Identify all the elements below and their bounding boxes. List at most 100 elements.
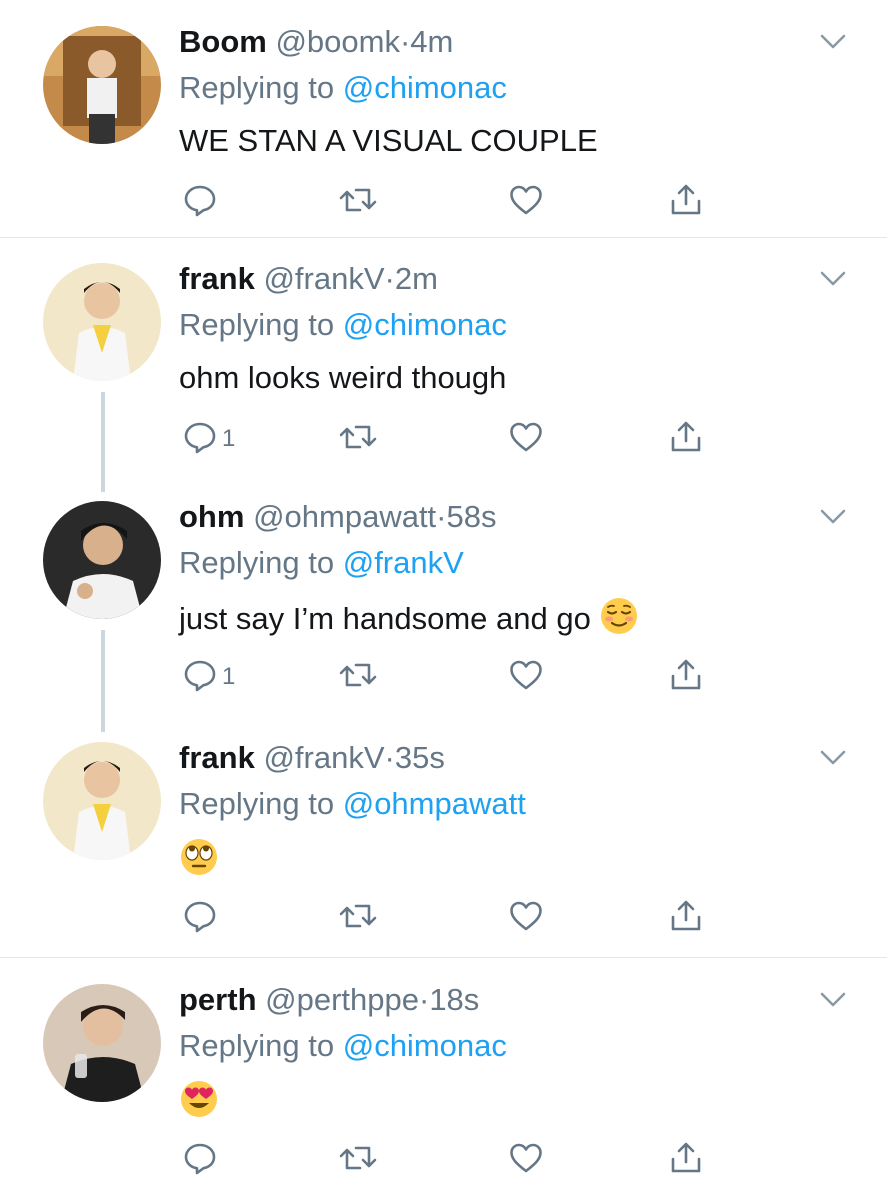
tweet-4[interactable]: frank @frankV·35s Replying to @ohmpawatt <box>0 738 887 948</box>
separator-dot: · <box>418 982 430 1017</box>
tweet-text: ohm looks weird though <box>179 360 507 395</box>
like-button[interactable] <box>508 417 544 461</box>
retweet-icon <box>338 182 378 223</box>
share-button[interactable] <box>668 180 704 224</box>
user-handle[interactable]: @frankV <box>263 740 384 775</box>
display-name[interactable]: Boom <box>179 24 267 59</box>
avatar[interactable] <box>43 263 161 381</box>
tweet-text <box>179 1079 219 1129</box>
display-name[interactable]: ohm <box>179 499 244 534</box>
display-name[interactable]: frank <box>179 261 255 296</box>
replying-to-label: Replying to <box>179 307 343 342</box>
share-button[interactable] <box>668 1138 704 1182</box>
replying-to: Replying to @chimonac <box>179 305 507 345</box>
tweet-2[interactable]: frank @frankV·2m Replying to @chimonac o… <box>0 259 887 469</box>
chevron-down-icon[interactable] <box>818 263 848 293</box>
reply-button[interactable]: 1 <box>182 655 235 699</box>
tweet-header: frank @frankV·2m <box>179 259 438 299</box>
separator-dot: · <box>399 24 411 59</box>
user-handle[interactable]: @ohmpawatt <box>253 499 436 534</box>
chevron-down-icon[interactable] <box>818 742 848 772</box>
thread-connector <box>101 630 105 732</box>
tweet-actions <box>178 180 738 226</box>
separator-dot: · <box>384 261 395 296</box>
user-handle[interactable]: @frankV <box>263 261 384 296</box>
like-icon <box>508 182 544 223</box>
chevron-down-icon[interactable] <box>818 501 848 531</box>
replying-to: Replying to @chimonac <box>179 1026 507 1066</box>
like-icon <box>508 1140 544 1181</box>
share-icon <box>668 1140 704 1181</box>
tweet-header: Boom @boomk·4m <box>179 22 453 62</box>
replying-to-handle[interactable]: @chimonac <box>343 307 507 342</box>
retweet-button[interactable] <box>338 180 378 224</box>
reply-button[interactable] <box>182 1138 222 1182</box>
like-button[interactable] <box>508 655 544 699</box>
share-icon <box>668 657 704 698</box>
like-button[interactable] <box>508 896 544 940</box>
tweet-3[interactable]: ohm @ohmpawatt·58s Replying to @frankV j… <box>0 497 887 707</box>
chevron-down-icon[interactable] <box>818 26 848 56</box>
reply-button[interactable]: 1 <box>182 417 235 461</box>
retweet-icon <box>338 657 378 698</box>
divider <box>0 957 887 958</box>
avatar[interactable] <box>43 984 161 1102</box>
replying-to-label: Replying to <box>179 545 343 580</box>
thread-connector <box>101 392 105 492</box>
tweet-1[interactable]: Boom @boomk·4m Replying to @chimonac WE … <box>0 22 887 232</box>
timestamp[interactable]: 18s <box>429 982 479 1017</box>
eye-roll-face-emoji <box>179 837 219 887</box>
avatar[interactable] <box>43 742 161 860</box>
share-button[interactable] <box>668 417 704 461</box>
timestamp[interactable]: 58s <box>447 499 497 534</box>
timestamp[interactable]: 35s <box>395 740 445 775</box>
avatar[interactable] <box>43 26 161 144</box>
retweet-icon <box>338 898 378 939</box>
retweet-button[interactable] <box>338 896 378 940</box>
retweet-button[interactable] <box>338 417 378 461</box>
tweet-actions <box>178 896 738 942</box>
reply-icon <box>182 182 218 223</box>
tweet-text: just say I’m handsome and go <box>179 596 639 646</box>
share-icon <box>668 182 704 223</box>
display-name[interactable]: perth <box>179 982 257 1017</box>
replying-to: Replying to @ohmpawatt <box>179 784 526 824</box>
share-button[interactable] <box>668 896 704 940</box>
relieved-face-emoji <box>599 596 639 646</box>
share-icon <box>668 898 704 939</box>
timestamp[interactable]: 2m <box>395 261 438 296</box>
like-icon <box>508 657 544 698</box>
tweet-actions <box>178 1138 738 1184</box>
replying-to-label: Replying to <box>179 70 343 105</box>
tweet-header: perth @perthppe·18s <box>179 980 479 1020</box>
retweet-button[interactable] <box>338 655 378 699</box>
separator-dot: · <box>436 499 447 534</box>
chevron-down-icon[interactable] <box>818 984 848 1014</box>
like-button[interactable] <box>508 180 544 224</box>
tweet-actions: 1 <box>178 655 738 701</box>
timestamp[interactable]: 4m <box>410 24 453 59</box>
replying-to-handle[interactable]: @frankV <box>343 545 464 580</box>
reply-count: 1 <box>222 425 236 452</box>
retweet-icon <box>338 1140 378 1181</box>
reply-button[interactable] <box>182 896 222 940</box>
replying-to-handle[interactable]: @chimonac <box>343 1028 507 1063</box>
reply-button[interactable] <box>182 180 222 224</box>
user-handle[interactable]: @perthppe <box>265 982 419 1017</box>
tweet-5[interactable]: perth @perthppe·18s Replying to @chimona… <box>0 980 887 1190</box>
like-button[interactable] <box>508 1138 544 1182</box>
display-name[interactable]: frank <box>179 740 255 775</box>
tweet-text: WE STAN A VISUAL COUPLE <box>179 123 598 158</box>
retweet-icon <box>338 419 378 460</box>
replying-to-label: Replying to <box>179 1028 343 1063</box>
user-handle[interactable]: @boomk <box>275 24 400 59</box>
tweet-header: ohm @ohmpawatt·58s <box>179 497 496 537</box>
retweet-button[interactable] <box>338 1138 378 1182</box>
heart-eyes-face-emoji <box>179 1079 219 1129</box>
replying-to-handle[interactable]: @ohmpawatt <box>343 786 526 821</box>
avatar[interactable] <box>43 501 161 619</box>
share-button[interactable] <box>668 655 704 699</box>
like-icon <box>508 419 544 460</box>
replying-to-handle[interactable]: @chimonac <box>343 70 507 105</box>
share-icon <box>668 419 704 460</box>
